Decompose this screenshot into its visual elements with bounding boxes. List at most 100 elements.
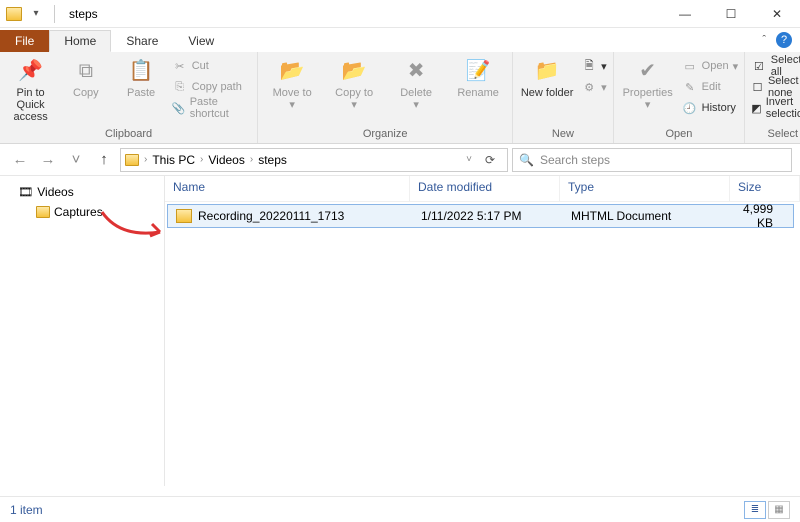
select-all-button[interactable]: ☑Select all bbox=[751, 56, 800, 76]
crumb-thispc[interactable]: This PC bbox=[152, 153, 195, 167]
tab-file[interactable]: File bbox=[0, 30, 49, 52]
search-placeholder: Search steps bbox=[540, 153, 610, 167]
refresh-button[interactable]: ⟳ bbox=[477, 153, 503, 167]
nav-tree[interactable]: 🎞 Videos Captures bbox=[0, 176, 165, 486]
col-size[interactable]: Size bbox=[730, 176, 800, 201]
help-icon[interactable]: ? bbox=[776, 32, 792, 48]
column-headers[interactable]: Name Date modified Type Size bbox=[165, 176, 800, 202]
address-dropdown-icon[interactable]: ˅ bbox=[463, 154, 475, 165]
history-icon: 🕘 bbox=[682, 102, 698, 115]
easy-access-button[interactable]: ⚙▾ bbox=[581, 77, 607, 97]
main-area: 🎞 Videos Captures Name Date modified Typ… bbox=[0, 176, 800, 486]
group-organize: 📂Move to▾ 📂Copy to▾ ✖Delete▾ 📝Rename Org… bbox=[258, 52, 513, 143]
paste-button[interactable]: 📋 Paste bbox=[116, 56, 165, 126]
group-new: 📁New folder 🗎▾ ⚙▾ New bbox=[513, 52, 614, 143]
open-button[interactable]: ▭Open ▾ bbox=[682, 56, 738, 76]
properties-button[interactable]: ✔Properties▾ bbox=[620, 56, 676, 126]
tree-item-videos[interactable]: 🎞 Videos bbox=[4, 182, 160, 202]
title-bar: ▾ steps — ☐ ✕ bbox=[0, 0, 800, 28]
copy-path-icon: ⎘ bbox=[172, 81, 188, 94]
chevron-right-icon[interactable]: › bbox=[197, 154, 206, 165]
crumb-steps[interactable]: steps bbox=[258, 153, 287, 167]
maximize-button[interactable]: ☐ bbox=[708, 0, 754, 28]
col-date[interactable]: Date modified bbox=[410, 176, 560, 201]
copy-path-button[interactable]: ⎘Copy path bbox=[172, 77, 251, 97]
group-select-label: Select bbox=[768, 126, 799, 143]
group-organize-label: Organize bbox=[363, 126, 408, 143]
new-folder-button[interactable]: 📁New folder bbox=[519, 56, 575, 126]
ribbon-tabs: File Home Share View ˆ ? bbox=[0, 28, 800, 52]
large-icons-view-button[interactable]: ▦ bbox=[768, 501, 790, 519]
group-open: ✔Properties▾ ▭Open ▾ ✎Edit 🕘History Open bbox=[614, 52, 745, 143]
new-item-icon: 🗎 bbox=[581, 57, 597, 76]
paste-shortcut-button[interactable]: 📎Paste shortcut bbox=[172, 98, 251, 118]
col-type[interactable]: Type bbox=[560, 176, 730, 201]
cut-icon: ✂ bbox=[172, 60, 188, 73]
file-date: 1/11/2022 5:17 PM bbox=[413, 209, 563, 223]
table-row[interactable]: Recording_20220111_1713 1/11/2022 5:17 P… bbox=[167, 204, 794, 228]
col-name[interactable]: Name bbox=[165, 176, 410, 201]
file-type: MHTML Document bbox=[563, 209, 733, 223]
file-size: 4,999 KB bbox=[733, 202, 793, 230]
delete-icon: ✖ bbox=[401, 58, 431, 84]
file-name: Recording_20220111_1713 bbox=[198, 209, 344, 223]
invert-selection-button[interactable]: ◩Invert selection bbox=[751, 98, 800, 118]
video-icon: 🎞 bbox=[18, 185, 33, 199]
cut-button[interactable]: ✂Cut bbox=[172, 56, 251, 76]
group-open-label: Open bbox=[665, 126, 692, 143]
group-select: ☑Select all ☐Select none ◩Invert selecti… bbox=[745, 52, 800, 143]
back-button[interactable]: ← bbox=[8, 151, 32, 168]
search-box[interactable]: 🔍 Search steps bbox=[512, 148, 792, 172]
select-none-icon: ☐ bbox=[751, 81, 764, 94]
file-icon bbox=[176, 209, 192, 223]
file-list: Name Date modified Type Size Recording_2… bbox=[165, 176, 800, 486]
easy-access-icon: ⚙ bbox=[581, 81, 597, 94]
forward-button[interactable]: → bbox=[36, 151, 60, 168]
qat-dropdown-icon[interactable]: ▾ bbox=[26, 4, 46, 24]
invert-icon: ◩ bbox=[751, 102, 762, 115]
properties-icon: ✔ bbox=[633, 58, 663, 84]
delete-button[interactable]: ✖Delete▾ bbox=[388, 56, 444, 126]
window-title: steps bbox=[69, 7, 98, 21]
copy-to-icon: 📂 bbox=[339, 58, 369, 84]
paste-shortcut-icon: 📎 bbox=[172, 102, 186, 115]
folder-icon bbox=[6, 7, 22, 21]
tab-home[interactable]: Home bbox=[49, 30, 111, 52]
rename-icon: 📝 bbox=[463, 58, 493, 84]
chevron-right-icon[interactable]: › bbox=[141, 154, 150, 165]
edit-button[interactable]: ✎Edit bbox=[682, 77, 738, 97]
group-clipboard: 📌 Pin to Quick access ⧉ Copy 📋 Paste ✂Cu… bbox=[0, 52, 258, 143]
new-item-button[interactable]: 🗎▾ bbox=[581, 56, 607, 76]
edit-icon: ✎ bbox=[682, 81, 698, 94]
pin-label: Pin to Quick access bbox=[6, 87, 55, 123]
move-to-button[interactable]: 📂Move to▾ bbox=[264, 56, 320, 126]
tab-share[interactable]: Share bbox=[111, 30, 173, 52]
ribbon: 📌 Pin to Quick access ⧉ Copy 📋 Paste ✂Cu… bbox=[0, 52, 800, 144]
recent-locations-button[interactable]: ˅ bbox=[64, 151, 88, 168]
pin-button[interactable]: 📌 Pin to Quick access bbox=[6, 56, 55, 126]
select-none-button[interactable]: ☐Select none bbox=[751, 77, 800, 97]
details-view-button[interactable]: ≣ bbox=[744, 501, 766, 519]
item-count: 1 item bbox=[10, 503, 43, 517]
group-new-label: New bbox=[552, 126, 574, 143]
up-button[interactable]: ↑ bbox=[92, 151, 116, 168]
folder-icon bbox=[36, 206, 50, 218]
collapse-ribbon-icon[interactable]: ˆ bbox=[762, 34, 766, 46]
copy-to-button[interactable]: 📂Copy to▾ bbox=[326, 56, 382, 126]
history-button[interactable]: 🕘History bbox=[682, 98, 738, 118]
close-button[interactable]: ✕ bbox=[754, 0, 800, 28]
minimize-button[interactable]: — bbox=[662, 0, 708, 28]
annotation-arrow bbox=[100, 210, 170, 240]
tab-view[interactable]: View bbox=[173, 30, 229, 52]
breadcrumb-root-icon bbox=[125, 154, 139, 166]
status-bar: 1 item ≣ ▦ bbox=[0, 496, 800, 522]
chevron-right-icon[interactable]: › bbox=[247, 154, 256, 165]
move-to-icon: 📂 bbox=[277, 58, 307, 84]
copy-button[interactable]: ⧉ Copy bbox=[61, 56, 110, 126]
group-clipboard-label: Clipboard bbox=[105, 126, 152, 143]
address-bar[interactable]: › This PC › Videos › steps ˅ ⟳ bbox=[120, 148, 508, 172]
new-folder-icon: 📁 bbox=[532, 58, 562, 84]
rename-button[interactable]: 📝Rename bbox=[450, 56, 506, 126]
crumb-videos[interactable]: Videos bbox=[208, 153, 244, 167]
copy-icon: ⧉ bbox=[71, 58, 101, 84]
